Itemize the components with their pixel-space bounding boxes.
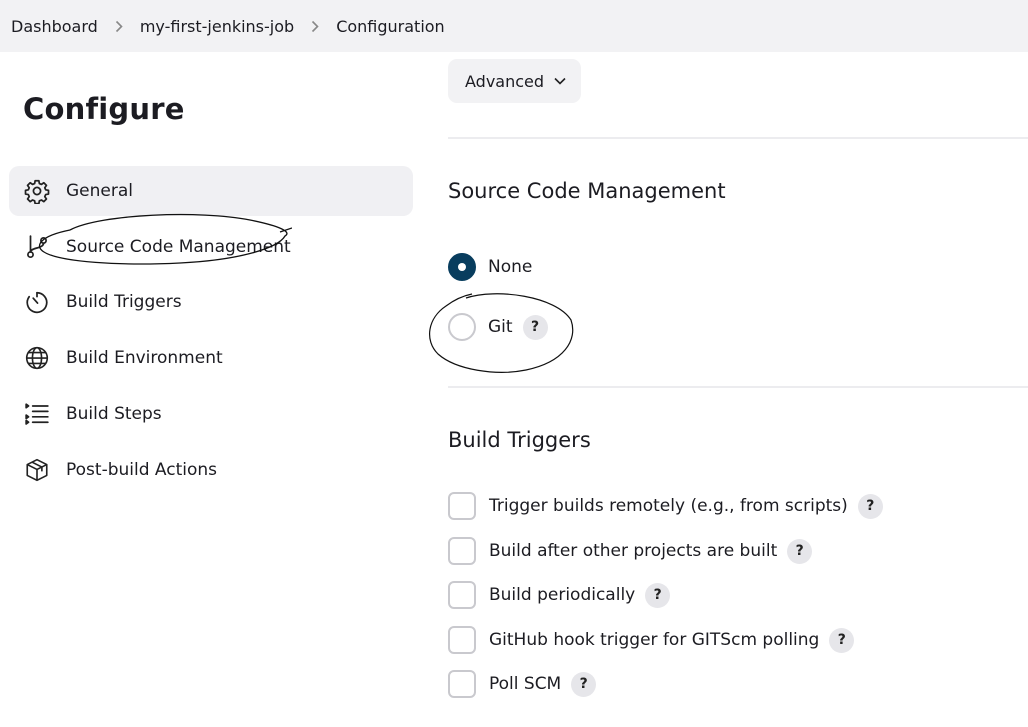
- sidebar-item-label: General: [66, 181, 133, 201]
- build-triggers-section-title: Build Triggers: [448, 428, 591, 452]
- breadcrumb: Dashboard my-first-jenkins-job Configura…: [0, 0, 1028, 52]
- breadcrumb-configuration[interactable]: Configuration: [336, 17, 445, 36]
- trigger-github-hook-option[interactable]: GitHub hook trigger for GITScm polling ?: [448, 626, 855, 654]
- sidebar-item-source-code-management[interactable]: Source Code Management: [9, 222, 413, 272]
- trigger-poll-scm-option[interactable]: Poll SCM ?: [448, 670, 597, 698]
- page-title: Configure: [23, 92, 185, 126]
- sidebar-item-label: Build Steps: [66, 404, 162, 424]
- help-icon[interactable]: ?: [857, 493, 883, 519]
- trigger-github-hook-checkbox[interactable]: [448, 626, 476, 654]
- sidebar-item-label: Build Triggers: [66, 292, 182, 312]
- trigger-remote-checkbox[interactable]: [448, 492, 476, 520]
- trigger-periodically-checkbox[interactable]: [448, 581, 476, 609]
- scm-section-title: Source Code Management: [448, 179, 726, 203]
- gear-icon: [23, 177, 51, 205]
- trigger-github-hook-label: GitHub hook trigger for GITScm polling: [489, 630, 820, 650]
- help-icon[interactable]: ?: [645, 582, 671, 608]
- sidebar-item-label: Build Environment: [66, 348, 223, 368]
- help-icon[interactable]: ?: [829, 627, 855, 653]
- trigger-after-other-projects-option[interactable]: Build after other projects are built ?: [448, 537, 813, 565]
- trigger-periodically-label: Build periodically: [489, 585, 636, 605]
- sidebar-item-post-build-actions[interactable]: Post-build Actions: [9, 445, 413, 495]
- scm-git-label: Git: [488, 317, 513, 337]
- list-steps-icon: [23, 400, 51, 428]
- scm-git-radio[interactable]: [448, 313, 476, 341]
- trigger-poll-scm-checkbox[interactable]: [448, 670, 476, 698]
- branch-icon: [23, 233, 51, 261]
- advanced-button[interactable]: Advanced: [448, 59, 581, 103]
- sidebar-item-label: Post-build Actions: [66, 460, 218, 480]
- trigger-remote-option[interactable]: Trigger builds remotely (e.g., from scri…: [448, 492, 883, 520]
- trigger-periodically-option[interactable]: Build periodically ?: [448, 581, 671, 609]
- sidebar-item-label: Source Code Management: [66, 237, 291, 257]
- timer-icon: [23, 288, 51, 316]
- trigger-poll-scm-label: Poll SCM: [489, 674, 562, 694]
- section-divider: [448, 386, 1028, 388]
- sidebar-item-general[interactable]: General: [9, 166, 413, 216]
- sidebar-item-build-triggers[interactable]: Build Triggers: [9, 277, 413, 327]
- sidebar-item-build-steps[interactable]: Build Steps: [9, 389, 413, 439]
- chevron-down-icon: [554, 77, 566, 85]
- scm-none-label: None: [488, 257, 533, 277]
- scm-option-none[interactable]: None: [448, 253, 532, 281]
- chevron-right-icon: [115, 20, 123, 33]
- advanced-label: Advanced: [465, 71, 545, 91]
- scm-none-radio[interactable]: [448, 253, 476, 281]
- chevron-right-icon: [311, 20, 319, 33]
- section-divider: [448, 137, 1028, 139]
- breadcrumb-job[interactable]: my-first-jenkins-job: [140, 17, 294, 36]
- help-icon[interactable]: ?: [522, 314, 548, 340]
- trigger-after-other-projects-checkbox[interactable]: [448, 537, 476, 565]
- scm-option-git[interactable]: Git ?: [448, 313, 548, 341]
- breadcrumb-dashboard[interactable]: Dashboard: [11, 17, 98, 36]
- help-icon[interactable]: ?: [571, 671, 597, 697]
- package-icon: [23, 456, 51, 484]
- trigger-remote-label: Trigger builds remotely (e.g., from scri…: [489, 496, 848, 516]
- help-icon[interactable]: ?: [787, 538, 813, 564]
- sidebar-item-build-environment[interactable]: Build Environment: [9, 333, 413, 383]
- globe-icon: [23, 344, 51, 372]
- trigger-after-other-projects-label: Build after other projects are built: [489, 541, 778, 561]
